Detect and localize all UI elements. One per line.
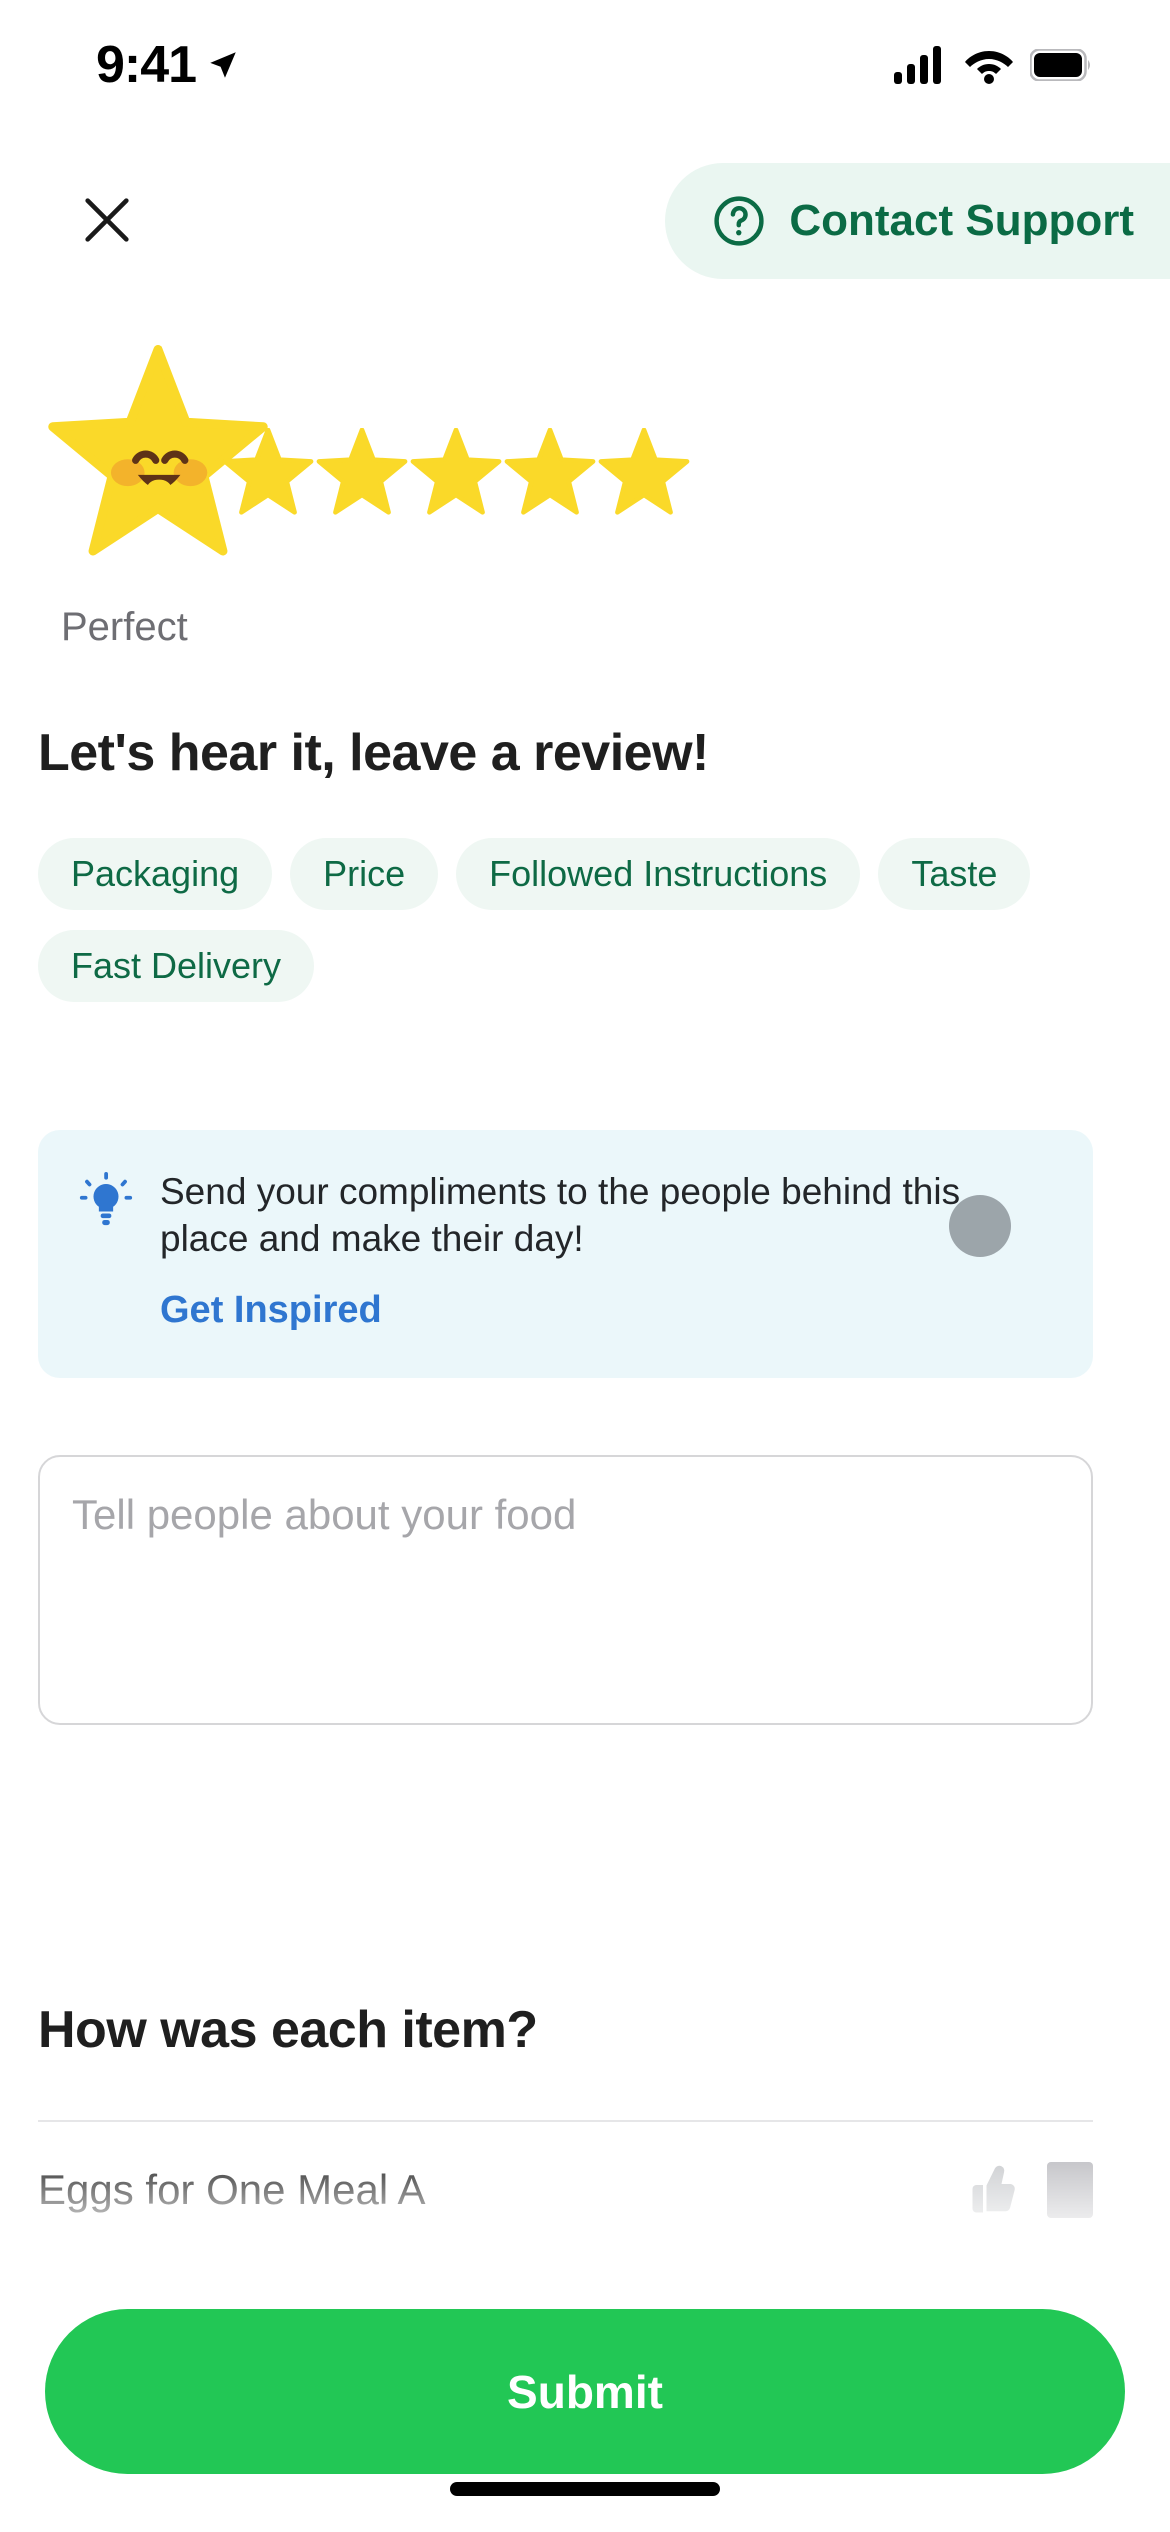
contact-support-label: Contact Support bbox=[789, 196, 1134, 245]
review-tag-list: Packaging Price Followed Instructions Ta… bbox=[38, 838, 1128, 1002]
app-screen: 9:41 Contact Support Perfect Let's hear … bbox=[0, 0, 1170, 2532]
items-heading: How was each item? bbox=[38, 2001, 538, 2059]
review-tag-packaging[interactable]: Packaging bbox=[38, 838, 273, 910]
tip-text: Send your compliments to the people behi… bbox=[160, 1171, 961, 1260]
status-bar-right bbox=[894, 46, 1092, 84]
review-tag-followed-instructions[interactable]: Followed Instructions bbox=[456, 838, 861, 910]
star-rating-5[interactable] bbox=[504, 428, 596, 516]
footer-bar: Submit bbox=[0, 2252, 1170, 2532]
location-arrow-icon bbox=[210, 52, 236, 78]
rating-caption: Perfect bbox=[61, 605, 188, 649]
header-bar: Contact Support bbox=[0, 163, 1170, 283]
review-tag-taste[interactable]: Taste bbox=[878, 838, 1031, 910]
compliments-tip-banner: Send your compliments to the people behi… bbox=[38, 1130, 1093, 1378]
cellular-signal-icon bbox=[894, 46, 941, 84]
mouse-cursor bbox=[949, 1195, 1011, 1257]
submit-button[interactable]: Submit bbox=[45, 2309, 1125, 2474]
status-bar-left: 9:41 bbox=[96, 35, 240, 95]
star-rating-4[interactable] bbox=[410, 428, 502, 516]
home-indicator bbox=[450, 2482, 720, 2496]
review-tag-price[interactable]: Price bbox=[290, 838, 439, 910]
item-row[interactable]: Eggs for One Meal A bbox=[38, 2160, 1093, 2220]
item-name: Eggs for One Meal A bbox=[38, 2166, 426, 2213]
review-tag-fast-delivery[interactable]: Fast Delivery bbox=[38, 930, 315, 1002]
close-button[interactable] bbox=[64, 177, 150, 263]
star-rating-3[interactable] bbox=[316, 428, 408, 516]
review-heading: Let's hear it, leave a review! bbox=[38, 724, 709, 782]
thumbs-up-icon[interactable] bbox=[959, 2160, 1019, 2220]
status-bar: 9:41 bbox=[0, 0, 1170, 130]
wifi-icon bbox=[965, 51, 1013, 84]
contact-support-button[interactable]: Contact Support bbox=[665, 163, 1170, 279]
review-text-placeholder: Tell people about your food bbox=[72, 1491, 577, 1538]
status-bar-time: 9:41 bbox=[96, 36, 197, 94]
tip-content-row: Send your compliments to the people behi… bbox=[78, 1168, 1053, 1263]
review-text-input[interactable]: Tell people about your food bbox=[38, 1455, 1093, 1725]
stars-row bbox=[0, 345, 1170, 556]
item-actions bbox=[959, 2160, 1093, 2220]
star-rating-2[interactable] bbox=[222, 428, 314, 516]
question-circle-icon bbox=[714, 196, 764, 246]
battery-full-icon bbox=[1030, 49, 1090, 81]
get-inspired-link[interactable]: Get Inspired bbox=[160, 1289, 1053, 1332]
rating-selector bbox=[0, 345, 1170, 556]
item-image-icon bbox=[1047, 2162, 1093, 2218]
lightbulb-icon bbox=[79, 1172, 133, 1226]
items-divider bbox=[38, 2120, 1093, 2122]
close-icon bbox=[85, 198, 129, 242]
star-rating-6[interactable] bbox=[598, 428, 690, 516]
